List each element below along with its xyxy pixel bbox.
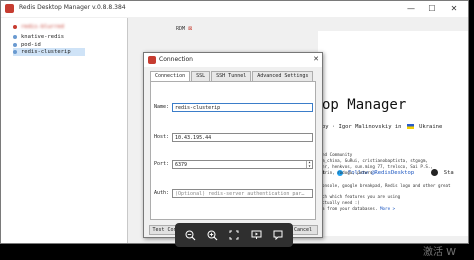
welcome-author: by · Igor Malinovskiy in Ukraine xyxy=(322,124,442,130)
community-line: hr, henkvos, sun.ming 77, trelsco, Sai P… xyxy=(322,164,433,169)
author-text: by · Igor Malinovskiy in xyxy=(322,124,402,130)
connection-icon xyxy=(13,25,17,29)
community-header: nd Community xyxy=(322,152,353,157)
close-button[interactable]: ✕ xyxy=(447,3,461,15)
slideshow-icon[interactable] xyxy=(248,227,264,243)
port-label: Port: xyxy=(154,161,170,167)
connection-icon xyxy=(13,43,17,47)
dialog-close-button[interactable]: ✕ xyxy=(313,55,319,63)
port-value: 6379 xyxy=(175,162,188,168)
ukraine-flag-icon xyxy=(406,124,414,129)
name-label: Name: xyxy=(154,104,170,110)
port-field[interactable]: 6379 ▲ ▼ xyxy=(172,160,313,169)
title-bar: Redis Desktop Manager v.0.8.8.384 — ☐ ✕ xyxy=(1,1,468,17)
tab-ssh-tunnel[interactable]: SSH Tunnel xyxy=(211,71,252,81)
community-line: m_china, GuRui, cristianobaptista, stgog… xyxy=(322,158,428,163)
auth-field[interactable]: (Optional) redis-server authentication p… xyxy=(172,189,313,198)
host-field[interactable]: 10.43.195.44 xyxy=(172,133,313,142)
redis-app-icon xyxy=(148,56,156,64)
minimize-button[interactable]: — xyxy=(404,3,418,15)
tab-advanced-settings[interactable]: Advanced Settings xyxy=(252,71,314,81)
welcome-title: op Manager xyxy=(322,97,407,113)
more-link[interactable]: More > xyxy=(380,206,395,211)
redis-app-icon xyxy=(5,4,14,13)
features-intro: ch which features you are using xyxy=(322,194,401,199)
dialog-tabs: Connection SSL SSH Tunnel Advanced Setti… xyxy=(150,71,316,81)
tab-close-icon[interactable]: ⊠ xyxy=(188,26,192,32)
tab-connection[interactable]: Connection xyxy=(150,71,191,81)
community-line: arin, rodogu, peters xyxy=(322,170,373,175)
activation-watermark: 激活 W xyxy=(423,247,457,258)
image-viewer-toolbar xyxy=(175,223,293,247)
connection-item[interactable]: redis-blurred xyxy=(13,23,79,31)
auth-label: Auth: xyxy=(154,190,170,196)
name-field[interactable]: redis-clusterip xyxy=(172,103,313,112)
connection-tree: redis-blurred knative-redis pod-id redis… xyxy=(1,18,128,243)
port-spin-icon[interactable]: ▲ ▼ xyxy=(306,161,312,168)
connection-item[interactable]: knative-redis xyxy=(13,33,79,41)
dialog-title: Connection xyxy=(159,56,193,63)
connection-form: Name: redis-clusterip Host: 10.43.195.44… xyxy=(150,81,316,220)
connection-label: redis-clusterip xyxy=(21,49,71,55)
tab-ssl[interactable]: SSL xyxy=(191,71,211,81)
features-text: a from your databases. xyxy=(322,206,378,211)
connection-dialog: Connection ✕ Connection SSL SSH Tunnel A… xyxy=(143,52,323,238)
welcome-panel: op Manager by · Igor Malinovskiy in Ukra… xyxy=(318,31,468,236)
tab-label: RDM xyxy=(176,25,186,32)
window-title: Redis Desktop Manager v.0.8.8.384 xyxy=(19,4,126,11)
fit-screen-icon[interactable] xyxy=(226,227,242,243)
connection-icon xyxy=(13,50,17,54)
country-text: Ukraine xyxy=(419,124,443,130)
host-label: Host: xyxy=(154,134,170,140)
tech-line: onsole, google breakpad, Redis logo and … xyxy=(322,183,451,188)
comment-icon[interactable] xyxy=(270,227,286,243)
dialog-title-bar: Connection ✕ xyxy=(144,53,322,67)
connection-item[interactable]: redis-clusterip xyxy=(13,48,85,56)
features-line: ctually need :) xyxy=(322,200,360,205)
zoom-in-icon[interactable] xyxy=(204,227,220,243)
connection-icon xyxy=(13,35,17,39)
features-line: a from your databases. More > xyxy=(322,206,395,211)
github-icon xyxy=(431,169,439,176)
github-star-link[interactable]: Sta xyxy=(444,170,454,176)
maximize-button[interactable]: ☐ xyxy=(425,3,439,15)
connection-label: redis-blurred xyxy=(21,24,65,30)
zoom-out-icon[interactable] xyxy=(182,227,198,243)
connection-label: knative-redis xyxy=(21,34,65,40)
tab-rdm[interactable]: RDM ⊠ xyxy=(176,23,206,34)
